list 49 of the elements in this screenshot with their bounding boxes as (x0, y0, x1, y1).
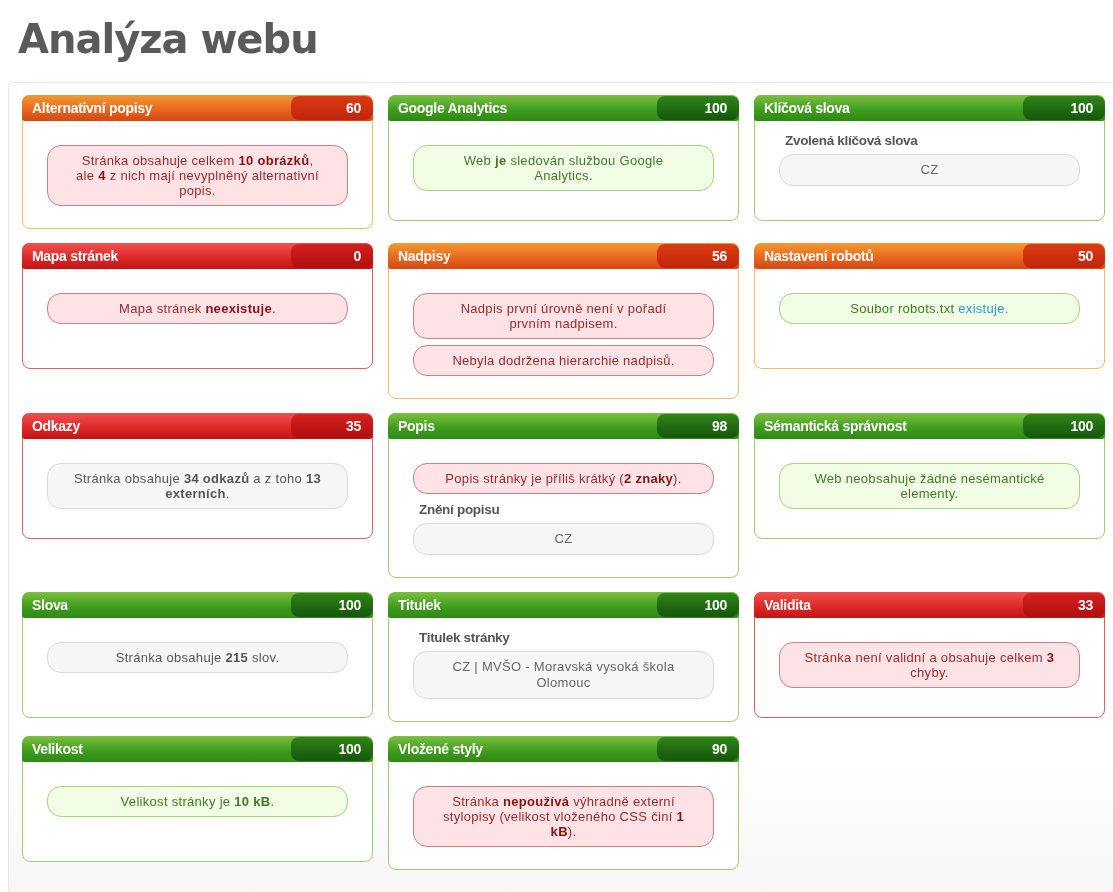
value-field: CZ (413, 523, 714, 555)
result-message: Soubor robots.txt existuje. (779, 293, 1080, 324)
card-title: Alternativní popisy (32, 100, 153, 116)
result-message: Velikost stránky je 10 kB. (47, 786, 348, 817)
score-badge: 100 (657, 96, 739, 120)
result-message: Stránka obsahuje 34 odkazů a z toho 13 externích. (47, 463, 348, 509)
result-message: Stránka obsahuje 215 slov. (47, 642, 348, 673)
result-message: Mapa stránek neexistuje. (47, 293, 348, 324)
card-title: Klíčová slova (764, 100, 850, 116)
card-title: Titulek (398, 597, 441, 613)
field-label: Znění popisu (419, 502, 501, 517)
result-message: Popis stránky je příliš krátký (2 znaky). (413, 463, 714, 494)
result-message: Nebyla dodržena hierarchie nadpisů. (413, 345, 714, 376)
result-message: Stránka obsahuje celkem 10 obrázků, ale 4 z nich mají nevyplněný alternativní popis. (47, 145, 348, 206)
card-title: Popis (398, 418, 435, 434)
field-label: Zvolená klíčová slova (785, 133, 919, 148)
card-title: Sémantická správnost (764, 418, 907, 434)
card-title: Velikost (32, 741, 83, 757)
field-label: Titulek stránky (419, 630, 511, 645)
card-title: Nadpisy (398, 248, 451, 264)
score-badge: 100 (1023, 96, 1105, 120)
score-badge: 100 (291, 737, 373, 761)
card-title: Odkazy (32, 418, 80, 434)
score-badge: 90 (657, 737, 739, 761)
card-title: Validita (764, 597, 811, 613)
result-link[interactable]: existuje. (958, 301, 1009, 316)
card-title: Nastavení robotů (764, 248, 874, 264)
score-badge: 50 (1023, 244, 1105, 268)
page-title: Analýza webu (17, 15, 319, 64)
result-message: Stránka nepoužívá výhradně externí stylopisy (velikost vloženého CSS činí 1 kB). (413, 786, 714, 847)
score-badge: 33 (1023, 593, 1105, 617)
value-field: CZ | MVŠO - Moravská vysoká škola Olomouc (413, 651, 714, 699)
score-badge: 100 (657, 593, 739, 617)
score-badge: 100 (291, 593, 373, 617)
score-badge: 0 (291, 244, 373, 268)
card-title: Mapa stránek (32, 248, 118, 264)
value-field: CZ (779, 154, 1080, 186)
result-message: Web neobsahuje žádné nesémantické elementy. (779, 463, 1080, 509)
card-title: Vložené styly (398, 741, 483, 757)
result-message: Stránka není validní a obsahuje celkem 3 chyby. (779, 642, 1080, 688)
result-message: Nadpis první úrovně není v pořadí prvním nadpisem. (413, 293, 714, 339)
score-badge: 60 (291, 96, 373, 120)
score-badge: 100 (1023, 414, 1105, 438)
score-badge: 56 (657, 244, 739, 268)
score-badge: 98 (657, 414, 739, 438)
card-title: Slova (32, 597, 68, 613)
result-message: Web je sledován službou Google Analytics. (413, 145, 714, 191)
score-badge: 35 (291, 414, 373, 438)
card-title: Google Analytics (398, 100, 508, 116)
